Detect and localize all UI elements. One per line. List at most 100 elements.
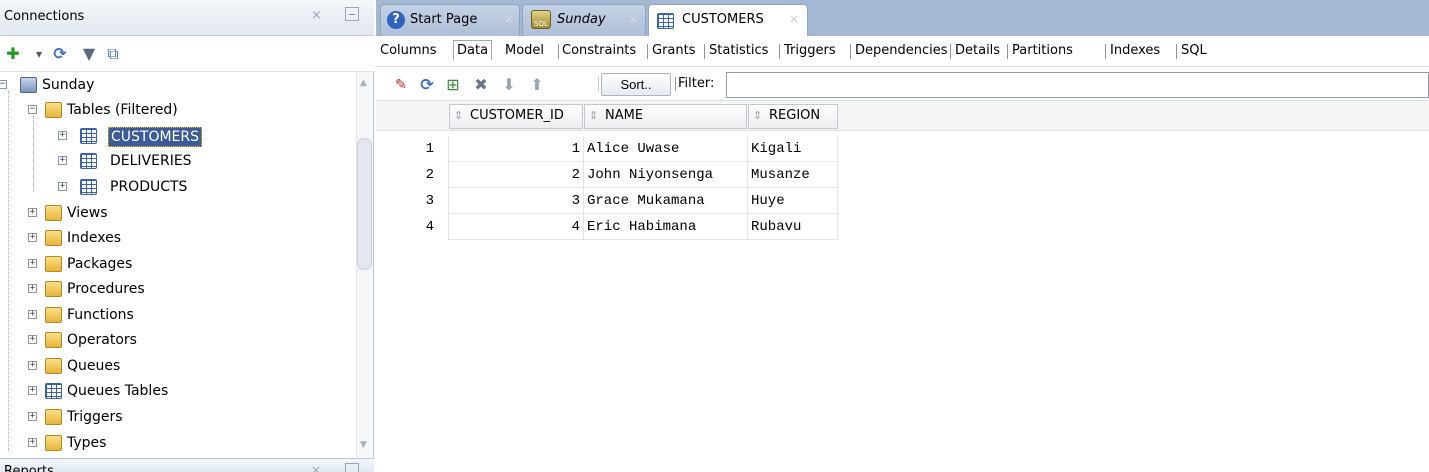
tree-node-procedures[interactable]: + Procedures: [0, 277, 355, 302]
tree-node-table-customers[interactable]: + CUSTOMERS: [0, 124, 355, 149]
insert-row-icon[interactable]: ⊞: [444, 76, 462, 94]
tab-start-page[interactable]: ? Start Page ×: [380, 4, 520, 36]
tree-node-queues[interactable]: + Queues: [0, 354, 355, 379]
cell-name[interactable]: John Niyonsenga: [584, 162, 748, 188]
tree-node-types[interactable]: + Types: [0, 431, 355, 456]
tree-node-operators[interactable]: + Operators: [0, 328, 355, 353]
schema-browser-icon[interactable]: ⧉: [104, 45, 122, 63]
expand-icon[interactable]: +: [28, 259, 37, 268]
commit-icon[interactable]: ⬇: [500, 76, 518, 94]
tree-node-tables-folder[interactable]: − Tables (Filtered): [0, 98, 355, 123]
tab-grants[interactable]: Grants: [652, 43, 696, 58]
cell-region[interactable]: Rubavu: [748, 214, 838, 240]
cell-customer-id[interactable]: 2: [449, 162, 584, 188]
collapse-icon[interactable]: −: [0, 80, 7, 89]
table-row[interactable]: 4 4 Eric Habimana Rubavu: [376, 214, 846, 240]
table-row[interactable]: 1 1 Alice Uwase Kigali: [376, 136, 846, 162]
cell-region[interactable]: Kigali: [748, 136, 838, 162]
table-icon: [80, 179, 97, 195]
scrollbar-thumb[interactable]: [357, 138, 372, 270]
tab-triggers[interactable]: Triggers: [784, 43, 836, 58]
filter-icon[interactable]: ▼: [80, 45, 98, 63]
expand-icon[interactable]: +: [58, 156, 67, 165]
tab-model[interactable]: Model: [505, 43, 544, 58]
collapse-icon[interactable]: −: [28, 105, 37, 114]
tab-sql[interactable]: SQL: [1181, 43, 1207, 58]
tab-sunday[interactable]: SQL Sunday ×: [522, 4, 646, 36]
expand-icon[interactable]: +: [58, 182, 67, 191]
tab-dependencies[interactable]: Dependencies: [855, 43, 948, 58]
tab-data[interactable]: Data: [453, 40, 493, 60]
tab-details[interactable]: Details: [955, 43, 1000, 58]
tab-label: CUSTOMERS: [682, 12, 764, 27]
scroll-down-icon[interactable]: ▼: [360, 440, 367, 450]
tree-node-packages[interactable]: + Packages: [0, 252, 355, 277]
cell-name[interactable]: Alice Uwase: [584, 136, 748, 162]
scroll-up-icon[interactable]: ▲: [360, 78, 367, 88]
tree-node-table-deliveries[interactable]: + DELIVERIES: [0, 149, 355, 174]
cell-customer-id[interactable]: 1: [449, 136, 584, 162]
close-tab-icon[interactable]: ×: [789, 12, 799, 26]
expand-icon[interactable]: +: [58, 131, 67, 140]
cell-customer-id[interactable]: 3: [449, 188, 584, 214]
tab-partitions[interactable]: Partitions: [1012, 43, 1073, 58]
tree-node-connection[interactable]: − Sunday: [0, 73, 355, 98]
column-header-label: REGION: [769, 108, 821, 123]
filter-input[interactable]: [726, 72, 1429, 98]
tab-constraints[interactable]: Constraints: [562, 43, 636, 58]
tree-node-label: Triggers: [67, 409, 123, 425]
minimize-icon[interactable]: [345, 463, 359, 472]
refresh-icon[interactable]: ⟳: [418, 76, 436, 94]
dropdown-arrow-icon[interactable]: ▾: [30, 45, 48, 63]
add-connection-icon[interactable]: ✚: [4, 45, 22, 63]
expand-icon[interactable]: +: [28, 412, 37, 421]
expand-icon[interactable]: +: [28, 335, 37, 344]
sort-button[interactable]: Sort..: [601, 73, 671, 96]
cell-region[interactable]: Huye: [748, 188, 838, 214]
close-tab-icon[interactable]: ×: [628, 12, 638, 26]
table-row[interactable]: 2 2 John Niyonsenga Musanze: [376, 162, 846, 188]
cell-name[interactable]: Eric Habimana: [584, 214, 748, 240]
expand-icon[interactable]: +: [28, 208, 37, 217]
tab-columns[interactable]: Columns: [380, 43, 437, 58]
close-icon[interactable]: ×: [311, 463, 321, 472]
expand-icon[interactable]: +: [28, 361, 37, 370]
rollback-icon[interactable]: ⬆: [528, 76, 546, 94]
packages-folder-icon: [45, 256, 62, 272]
tree-node-indexes[interactable]: + Indexes: [0, 226, 355, 251]
pin-icon[interactable]: ✎: [392, 76, 410, 94]
expand-icon[interactable]: +: [28, 386, 37, 395]
database-connection-icon: [20, 77, 37, 93]
tab-indexes[interactable]: Indexes: [1110, 43, 1160, 58]
delete-row-icon[interactable]: ✖: [472, 76, 490, 94]
tab-statistics[interactable]: Statistics: [709, 43, 768, 58]
tree-node-queues-tables[interactable]: + Queues Tables: [0, 379, 355, 404]
close-icon[interactable]: ×: [311, 8, 322, 23]
minimize-icon[interactable]: [345, 7, 359, 21]
functions-folder-icon: [45, 307, 62, 323]
tree-node-label: PRODUCTS: [110, 179, 188, 195]
tab-customers[interactable]: CUSTOMERS ×: [648, 4, 808, 36]
tree-node-functions[interactable]: + Functions: [0, 303, 355, 328]
filter-label: Filter:: [678, 76, 715, 91]
row-number: 1: [376, 136, 449, 162]
close-tab-icon[interactable]: ×: [504, 12, 514, 26]
tree-node-views[interactable]: + Views: [0, 201, 355, 226]
tree-node-triggers[interactable]: + Triggers: [0, 405, 355, 430]
data-grid: ⇕ CUSTOMER_ID ⇕ NAME ⇕ REGION 1 1 Alice …: [376, 101, 1429, 472]
cell-name[interactable]: Grace Mukamana: [584, 188, 748, 214]
table-row[interactable]: 3 3 Grace Mukamana Huye: [376, 188, 846, 214]
column-header-customer-id[interactable]: ⇕ CUSTOMER_ID: [449, 104, 583, 129]
expand-icon[interactable]: +: [28, 284, 37, 293]
column-header-region[interactable]: ⇕ REGION: [748, 104, 838, 129]
expand-icon[interactable]: +: [28, 233, 37, 242]
cell-region[interactable]: Musanze: [748, 162, 838, 188]
expand-icon[interactable]: +: [28, 438, 37, 447]
expand-icon[interactable]: +: [28, 310, 37, 319]
refresh-icon[interactable]: ⟳: [51, 45, 69, 63]
tree-node-table-products[interactable]: + PRODUCTS: [0, 175, 355, 200]
connections-title: Connections: [4, 9, 85, 24]
reports-header: Reports ×: [0, 458, 374, 472]
cell-customer-id[interactable]: 4: [449, 214, 584, 240]
column-header-name[interactable]: ⇕ NAME: [584, 104, 747, 129]
